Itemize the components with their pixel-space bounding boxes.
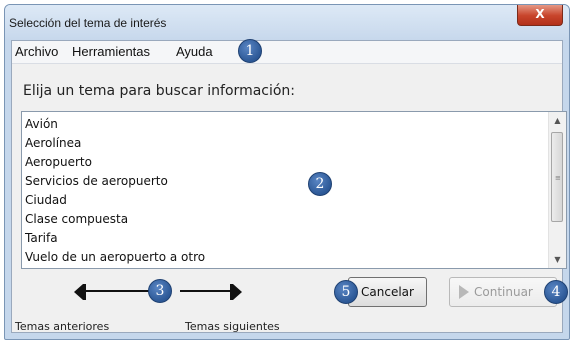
grip-icon: ≡ xyxy=(555,174,561,182)
previous-topics-label: Temas anteriores xyxy=(15,320,110,333)
list-item[interactable]: Clase compuesta xyxy=(25,210,546,229)
callout-4: 4 xyxy=(544,280,568,304)
next-arrow-shaft xyxy=(180,290,235,292)
menu-herramientas[interactable]: Herramientas xyxy=(72,44,150,59)
arrow-right-icon[interactable] xyxy=(229,284,243,300)
list-item[interactable]: Servicios de aeropuerto xyxy=(25,172,546,191)
list-item[interactable]: Vuelo de un aeropuerto a otro xyxy=(25,248,546,267)
scroll-down-icon[interactable]: ▼ xyxy=(549,251,566,268)
close-button[interactable]: X xyxy=(517,5,563,26)
callout-5: 5 xyxy=(334,280,358,304)
topic-list[interactable]: Avión Aerolínea Aeropuerto Servicios de … xyxy=(21,111,567,269)
scroll-thumb[interactable]: ≡ xyxy=(551,132,563,222)
callout-2: 2 xyxy=(308,172,332,196)
next-topics-label: Temas siguientes xyxy=(185,320,280,333)
topic-prompt: Elija un tema para buscar información: xyxy=(23,83,296,99)
callout-3: 3 xyxy=(148,279,172,303)
menu-bar: Archivo Herramientas Ayuda xyxy=(12,41,562,64)
window-title: Selección del tema de interés xyxy=(9,16,167,30)
dialog-body: Archivo Herramientas Ayuda Elija un tema… xyxy=(11,39,568,333)
cancel-button[interactable]: Cancelar xyxy=(348,277,427,307)
continue-button[interactable]: Continuar xyxy=(449,277,557,307)
play-icon xyxy=(459,285,469,299)
menu-archivo[interactable]: Archivo xyxy=(15,44,58,59)
callout-1: 1 xyxy=(238,39,262,63)
arrow-left-icon[interactable] xyxy=(73,284,87,300)
list-item[interactable]: Tarifa xyxy=(25,229,546,248)
list-item[interactable]: Aerolínea xyxy=(25,134,546,153)
list-scrollbar[interactable]: ▲ ≡ ▼ xyxy=(548,112,566,268)
menu-ayuda[interactable]: Ayuda xyxy=(176,44,213,59)
list-item[interactable]: Ciudad xyxy=(25,191,546,210)
continue-label: Continuar xyxy=(474,285,533,299)
close-icon: X xyxy=(535,7,545,21)
previous-arrow-shaft xyxy=(85,290,157,292)
list-item[interactable]: Aeropuerto xyxy=(25,153,546,172)
list-item[interactable]: Avión xyxy=(25,115,546,134)
title-bar: Selección del tema de interés X xyxy=(5,5,569,40)
dialog-window: Selección del tema de interés X Archivo … xyxy=(4,4,570,340)
scroll-up-icon[interactable]: ▲ xyxy=(549,112,566,129)
